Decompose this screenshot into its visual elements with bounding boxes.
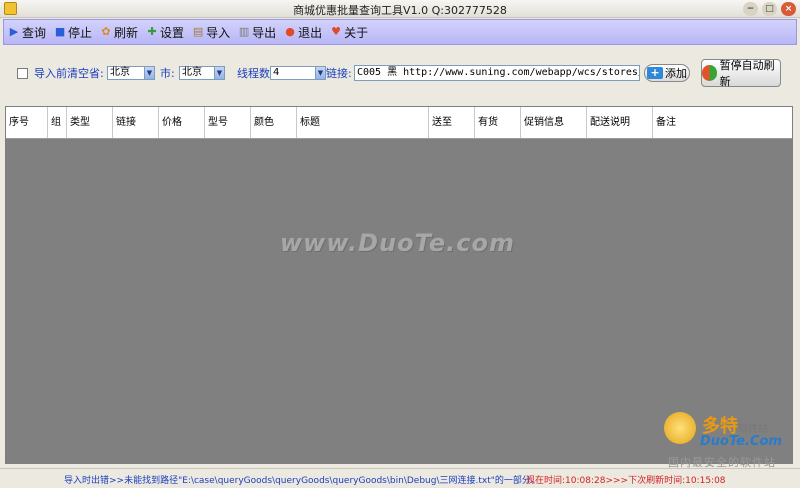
about-label: 关于 <box>344 25 369 40</box>
corner-logo: 多特软件站 DuoTe.Com 国内最安全的软件站 <box>662 410 800 474</box>
column-header[interactable]: 序号 <box>6 107 48 138</box>
column-header[interactable]: 价格 <box>159 107 205 138</box>
exit-button[interactable]: ● 退出 <box>284 24 322 41</box>
stop-icon: ■ <box>54 25 66 38</box>
query-label: 查询 <box>22 25 47 40</box>
clear-before-import-label: 导入前清空 <box>34 67 89 80</box>
query-button[interactable]: ▶ 查询 <box>8 24 46 41</box>
watermark-text: www.DuoTe.com <box>280 229 515 257</box>
chevron-down-icon: ▼ <box>214 67 224 79</box>
column-header[interactable]: 组 <box>48 107 67 138</box>
close-button[interactable]: × <box>781 2 796 16</box>
status-bar: 导入时出错>>未能找到路径"E:\case\queryGoods\queryGo… <box>0 468 800 488</box>
settings-label: 设置 <box>160 25 185 40</box>
chevron-down-icon: ▼ <box>315 67 325 79</box>
status-time: 现在时间:10:08:28>>>下次刷新时间:10:15:08 <box>526 476 726 486</box>
add-button[interactable]: + 添加 <box>644 64 690 82</box>
export-icon: ▥ <box>238 25 250 38</box>
column-header[interactable]: 颜色 <box>251 107 297 138</box>
pause-refresh-button[interactable]: 暂停自动刷新 <box>701 59 781 88</box>
city-select[interactable]: 北京 ▼ <box>179 66 225 80</box>
threads-label: 线程数: <box>237 67 274 80</box>
city-value: 北京 <box>182 67 202 78</box>
window-controls: − □ × <box>743 2 796 16</box>
column-header[interactable]: 标题 <box>297 107 429 138</box>
province-value: 北京 <box>110 67 130 78</box>
mascot-icon <box>664 412 696 444</box>
exit-label: 退出 <box>298 25 323 40</box>
link-label: 链接: <box>326 67 352 80</box>
export-label: 导出 <box>252 25 277 40</box>
stop-label: 停止 <box>68 25 93 40</box>
province-select[interactable]: 北京 ▼ <box>107 66 155 80</box>
city-label: 市: <box>160 67 175 80</box>
add-label: 添加 <box>665 67 687 80</box>
export-button[interactable]: ▥ 导出 <box>238 24 276 41</box>
heart-icon: ♥ <box>331 25 342 38</box>
import-label: 导入 <box>206 25 231 40</box>
plus-icon: + <box>647 67 663 79</box>
about-button[interactable]: ♥ 关于 <box>330 24 368 41</box>
column-header[interactable]: 链接 <box>113 107 159 138</box>
column-header[interactable]: 有货 <box>475 107 521 138</box>
province-label: 省: <box>89 67 104 80</box>
grid-header: 序号 组 类型 链接 价格 型号 颜色 标题 送至 有货 促销信息 配送说明 备… <box>6 107 792 139</box>
exit-icon: ● <box>285 25 295 38</box>
import-button[interactable]: ▤ 导入 <box>192 24 230 41</box>
title-bar: 商城优惠批量查询工具V1.0 Q:302777528 − □ × <box>0 0 800 18</box>
refresh-button[interactable]: ✿ 刷新 <box>100 24 138 41</box>
chevron-down-icon: ▼ <box>144 67 154 79</box>
refresh-icon: ✿ <box>101 25 111 38</box>
threads-value: 4 <box>273 67 280 78</box>
corner-domain: DuoTe.Com <box>700 434 782 449</box>
window-title: 商城优惠批量查询工具V1.0 Q:302777528 <box>293 4 507 17</box>
column-header[interactable]: 配送说明 <box>587 107 653 138</box>
settings-button[interactable]: ✚ 设置 <box>146 24 184 41</box>
options-panel: 导入前清空 省: 北京 ▼ 市: 北京 ▼ 线程数: 4 ▼ 链接: C005 … <box>5 53 793 95</box>
column-header[interactable]: 备注 <box>653 107 792 138</box>
link-input[interactable]: C005 黑 http://www.suning.com/webapp/wcs/… <box>354 65 640 81</box>
import-icon: ▤ <box>192 25 204 38</box>
toolbar: ▶ 查询 ■ 停止 ✿ 刷新 ✚ 设置 ▤ 导入 ▥ 导出 ● 退出 ♥ 关于 <box>3 19 797 45</box>
column-header[interactable]: 促销信息 <box>521 107 587 138</box>
pause-refresh-label: 暂停自动刷新 <box>719 59 775 88</box>
settings-icon: ✚ <box>147 25 157 38</box>
column-header[interactable]: 类型 <box>67 107 113 138</box>
threads-select[interactable]: 4 ▼ <box>270 66 326 80</box>
refresh-icon <box>702 65 717 81</box>
clear-before-import-option[interactable]: 导入前清空 <box>17 65 89 81</box>
refresh-label: 刷新 <box>114 25 139 40</box>
maximize-button[interactable]: □ <box>762 2 777 16</box>
stop-button[interactable]: ■ 停止 <box>54 24 92 41</box>
column-header[interactable]: 送至 <box>429 107 475 138</box>
status-message: 导入时出错>>未能找到路径"E:\case\queryGoods\queryGo… <box>64 476 540 486</box>
column-header[interactable]: 型号 <box>205 107 251 138</box>
clear-before-import-checkbox[interactable] <box>17 67 28 79</box>
minimize-button[interactable]: − <box>743 2 758 16</box>
play-icon: ▶ <box>9 25 19 38</box>
